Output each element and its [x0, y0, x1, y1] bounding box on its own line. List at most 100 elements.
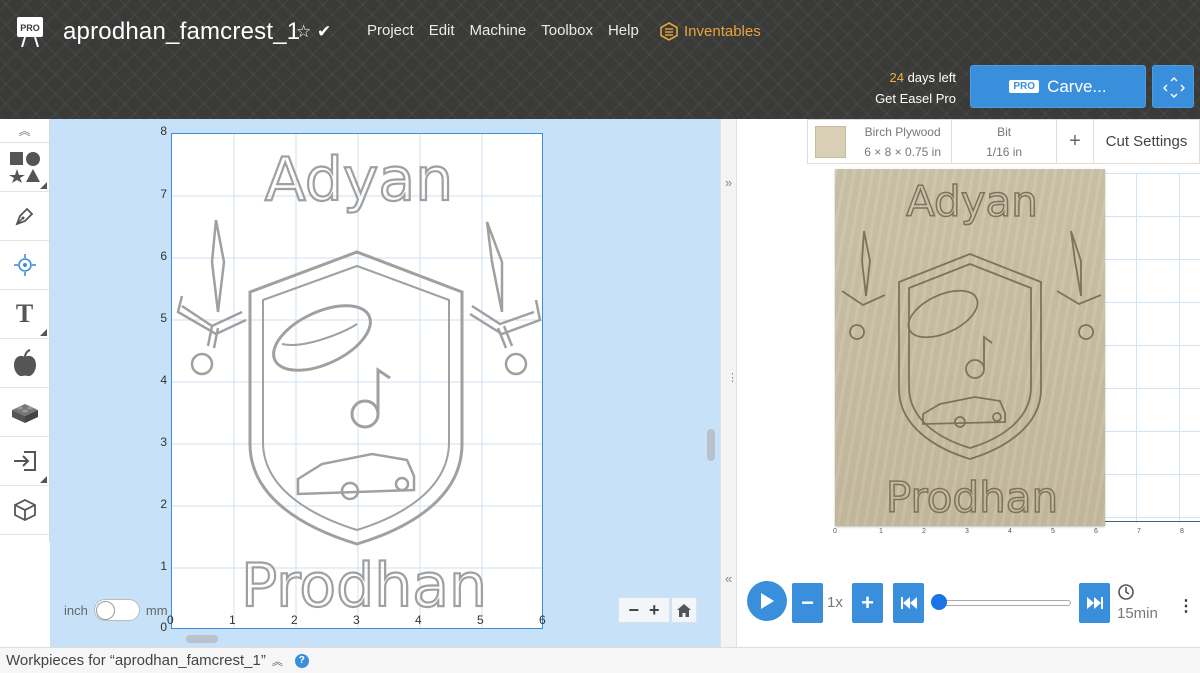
text-icon: T	[15, 299, 34, 328]
design-artwork: Adyan Prodhan	[172, 134, 542, 628]
clock-icon	[1117, 583, 1135, 606]
preview-x-tick-label: 5	[1051, 528, 1055, 535]
minus-icon: −	[801, 590, 814, 615]
plus-icon: +	[1069, 130, 1081, 152]
more-options-icon[interactable]: ⋮	[1178, 596, 1194, 616]
tool-submenu-indicator	[40, 182, 47, 189]
shapes-icon	[8, 152, 40, 183]
unit-toggle-switch[interactable]	[93, 599, 140, 621]
material-swatch	[815, 126, 847, 158]
x-tick-label: 1	[229, 613, 236, 627]
y-tick-label: 8	[160, 124, 167, 138]
skip-to-start-button[interactable]	[893, 583, 924, 623]
design-bottom-text: Prodhan	[241, 551, 487, 621]
horizontal-scrollbar[interactable]	[186, 635, 218, 643]
workpieces-label[interactable]: Workpieces for “aprodhan_famcrest_1”	[6, 652, 266, 669]
bit-label: Bit	[997, 124, 1012, 139]
icon-library-tool[interactable]	[0, 339, 49, 388]
shield-outline	[248, 250, 464, 546]
carve-button[interactable]: PRO Carve...	[970, 65, 1146, 108]
collapse-toolbar-button[interactable]: ︽	[0, 119, 49, 143]
football-laces	[281, 323, 358, 346]
x-tick-label: 4	[415, 613, 422, 627]
project-title[interactable]: aprodhan_famcrest_1	[63, 18, 300, 46]
import-tool[interactable]	[0, 437, 49, 486]
point-icon	[13, 254, 36, 276]
vertical-scrollbar[interactable]	[707, 429, 715, 461]
zoom-out-icon[interactable]: −	[628, 600, 639, 621]
days-left-number: 24	[889, 70, 904, 85]
star-outline-icon[interactable]: ☆	[296, 22, 311, 42]
menu-project[interactable]: Project	[367, 22, 414, 39]
menu-toolbox[interactable]: Toolbox	[541, 22, 593, 39]
preview-x-tick-label: 7	[1137, 528, 1141, 535]
right-sword	[469, 221, 542, 376]
inventables-label[interactable]: Inventables	[684, 23, 761, 40]
apps-tool[interactable]	[0, 388, 49, 437]
play-icon	[761, 593, 774, 609]
text-tool[interactable]: T	[0, 290, 49, 339]
material-selector[interactable]: Birch Plywood 6 × 8 × 0.75 in Bit 1/16 i…	[807, 119, 1057, 164]
skip-forward-icon	[1086, 597, 1103, 609]
add-bit-button[interactable]: +	[1057, 119, 1094, 164]
shapes-tool[interactable]	[0, 143, 49, 192]
carve-preview: 0 1 2 3 4 5 6 7 8 Adyan Prodhan Birch Pl…	[737, 119, 1200, 647]
inventables-logo-icon	[660, 22, 678, 41]
material-workspace[interactable]: Adyan Prodhan	[171, 133, 543, 629]
bit-selector[interactable]: Bit 1/16 in	[951, 120, 1056, 163]
main-menu: Project Edit Machine Toolbox Help	[367, 22, 654, 39]
menu-machine[interactable]: Machine	[470, 22, 527, 39]
help-icon[interactable]: ?	[294, 653, 309, 668]
menu-edit[interactable]: Edit	[429, 22, 455, 39]
car-wheel	[394, 476, 410, 492]
preview-x-tick-label: 3	[965, 528, 969, 535]
point-tool[interactable]	[0, 241, 49, 290]
unit-mm-label[interactable]: mm	[146, 603, 168, 618]
logo-text: PRO	[20, 23, 40, 33]
y-tick-label: 1	[160, 559, 167, 573]
music-note-head	[350, 399, 380, 429]
x-tick-label: 6	[539, 613, 546, 627]
simulation-progress-track[interactable]	[938, 600, 1071, 606]
reset-view-button[interactable]	[671, 597, 697, 623]
expand-preview-button[interactable]	[1152, 65, 1194, 108]
design-top-text: Adyan	[265, 145, 453, 215]
football-outline	[272, 304, 372, 372]
left-sword	[176, 219, 247, 376]
get-easel-pro-link[interactable]: Get Easel Pro	[840, 91, 956, 106]
unit-inch-label[interactable]: inch	[64, 603, 88, 618]
easel-pro-logo[interactable]: PRO	[17, 17, 43, 48]
design-canvas[interactable]: 8 7 6 5 4 3 2 1 0 Adyan Prodhan 0 1 2 3 …	[50, 119, 720, 647]
speed-increase-button[interactable]: +	[852, 583, 883, 623]
panel-splitter[interactable]: » ⋮ «	[720, 119, 738, 647]
workpieces-bar[interactable]: Workpieces for “aprodhan_famcrest_1” ︽ ?	[0, 647, 1200, 673]
days-left-suffix: days left	[903, 70, 956, 85]
inventables-link[interactable]: Inventables	[660, 22, 761, 41]
apple-icon	[13, 349, 36, 377]
chevron-up-icon[interactable]: ︽	[272, 653, 283, 669]
3d-tool[interactable]	[0, 486, 49, 535]
toggle-knob	[95, 601, 115, 620]
lego-block-icon	[11, 404, 38, 423]
speed-decrease-button[interactable]: −	[792, 583, 823, 623]
music-note-stem	[376, 367, 391, 414]
y-tick-label: 3	[160, 435, 167, 449]
preview-x-tick-label: 2	[922, 528, 926, 535]
expand-right-icon[interactable]: »	[725, 175, 732, 190]
menu-help[interactable]: Help	[608, 22, 639, 39]
bit-value: 1/16 in	[986, 144, 1023, 159]
x-tick-label: 0	[167, 613, 174, 627]
tool-sidebar: ︽ T	[0, 119, 50, 542]
y-tick-label: 0	[160, 620, 167, 634]
carved-design-preview: Adyan Prodhan	[841, 176, 1102, 523]
skip-to-end-button[interactable]	[1079, 583, 1110, 623]
tool-submenu-indicator	[40, 476, 47, 483]
zoom-in-icon[interactable]: +	[649, 600, 660, 621]
app-header: PRO aprodhan_famcrest_1 ☆ ✔ Project Edit…	[0, 0, 1200, 119]
cut-settings-button[interactable]: Cut Settings	[1094, 119, 1200, 164]
pro-badge: PRO	[1009, 80, 1040, 93]
play-simulation-button[interactable]	[747, 581, 787, 621]
simulation-progress-knob[interactable]	[931, 594, 947, 610]
expand-left-icon[interactable]: «	[725, 571, 732, 586]
pen-tool[interactable]	[0, 192, 49, 241]
